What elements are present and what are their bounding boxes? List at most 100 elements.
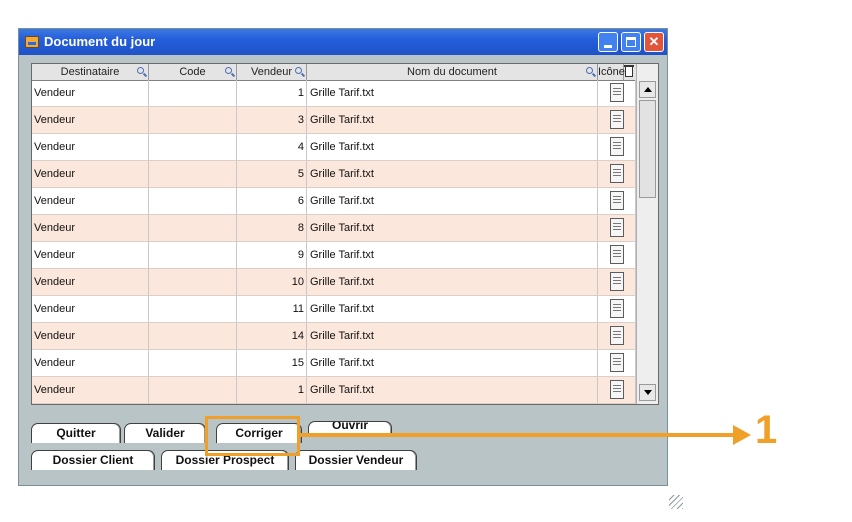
close-button[interactable]: ✕ [644,32,664,52]
maximize-button[interactable] [621,32,641,52]
destinataire-cell[interactable]: Vendeur [32,350,149,376]
document-name-cell[interactable]: Grille Tarif.txt [307,134,598,160]
destinataire-cell[interactable]: Vendeur [32,377,149,403]
destinataire-cell[interactable]: Vendeur [32,323,149,349]
icon-cell[interactable] [598,242,636,268]
code-cell[interactable] [149,323,237,349]
code-cell[interactable] [149,107,237,133]
scroll-down-button[interactable] [639,384,656,401]
trash-icon[interactable] [624,65,634,77]
icon-cell[interactable] [598,269,636,295]
destinataire-cell[interactable]: Vendeur [32,269,149,295]
destinataire-cell[interactable]: Vendeur [32,134,149,160]
vendeur-cell[interactable]: 8 [237,215,307,241]
table-row[interactable]: Vendeur 8 Grille Tarif.txt [32,215,636,242]
code-cell[interactable] [149,377,237,403]
column-header-destinataire[interactable]: Destinataire [32,64,149,80]
icon-cell[interactable] [598,107,636,133]
icon-cell[interactable] [598,350,636,376]
destinataire-cell[interactable]: Vendeur [32,107,149,133]
search-icon[interactable] [586,67,593,74]
vendeur-cell[interactable]: 3 [237,107,307,133]
minimize-button[interactable] [598,32,618,52]
scroll-up-button[interactable] [639,81,656,98]
table-row[interactable]: Vendeur 4 Grille Tarif.txt [32,134,636,161]
document-name-cell[interactable]: Grille Tarif.txt [307,215,598,241]
icon-cell[interactable] [598,296,636,322]
destinataire-cell[interactable]: Vendeur [32,188,149,214]
vendeur-cell[interactable]: 9 [237,242,307,268]
text-file-icon [610,380,624,399]
icon-cell[interactable] [598,80,636,106]
document-name-cell[interactable]: Grille Tarif.txt [307,323,598,349]
icon-cell[interactable] [598,161,636,187]
text-file-icon [610,218,624,237]
document-name-cell[interactable]: Grille Tarif.txt [307,377,598,403]
quitter-button[interactable]: Quitter [31,423,121,443]
vendeur-cell[interactable]: 1 [237,377,307,403]
column-header-nom-du-document[interactable]: Nom du document [307,64,598,80]
title-bar[interactable]: Document du jour ✕ [19,29,667,55]
vendeur-cell[interactable]: 6 [237,188,307,214]
document-name-cell[interactable]: Grille Tarif.txt [307,296,598,322]
document-name-cell[interactable]: Grille Tarif.txt [307,188,598,214]
code-cell[interactable] [149,80,237,106]
icon-cell[interactable] [598,215,636,241]
icon-cell[interactable] [598,134,636,160]
destinataire-cell[interactable]: Vendeur [32,80,149,106]
destinataire-cell[interactable]: Vendeur [32,215,149,241]
document-name-cell[interactable]: Grille Tarif.txt [307,80,598,106]
destinataire-cell[interactable]: Vendeur [32,242,149,268]
code-cell[interactable] [149,134,237,160]
vendeur-cell[interactable]: 5 [237,161,307,187]
text-file-icon [610,83,624,102]
table-row[interactable]: Vendeur 10 Grille Tarif.txt [32,269,636,296]
column-header-icone[interactable]: Icône [598,64,625,80]
ouvrir-button[interactable]: Ouvrir [308,421,392,433]
vendeur-cell[interactable]: 10 [237,269,307,295]
search-icon[interactable] [137,67,144,74]
table-row[interactable]: Vendeur 6 Grille Tarif.txt [32,188,636,215]
table-row[interactable]: Vendeur 5 Grille Tarif.txt [32,161,636,188]
vendeur-cell[interactable]: 4 [237,134,307,160]
table-row[interactable]: Vendeur 14 Grille Tarif.txt [32,323,636,350]
table-row[interactable]: Vendeur 15 Grille Tarif.txt [32,350,636,377]
icon-cell[interactable] [598,188,636,214]
code-cell[interactable] [149,269,237,295]
document-name-cell[interactable]: Grille Tarif.txt [307,269,598,295]
document-name-cell[interactable]: Grille Tarif.txt [307,107,598,133]
vendeur-cell[interactable]: 11 [237,296,307,322]
table-row[interactable]: Vendeur 9 Grille Tarif.txt [32,242,636,269]
code-cell[interactable] [149,242,237,268]
code-cell[interactable] [149,188,237,214]
table-row[interactable]: Vendeur 1 Grille Tarif.txt [32,80,636,107]
icon-cell[interactable] [598,323,636,349]
destinataire-cell[interactable]: Vendeur [32,161,149,187]
vendeur-cell[interactable]: 14 [237,323,307,349]
destinataire-cell[interactable]: Vendeur [32,296,149,322]
vertical-scrollbar[interactable] [636,64,658,404]
document-name-cell[interactable]: Grille Tarif.txt [307,161,598,187]
code-cell[interactable] [149,296,237,322]
search-icon[interactable] [295,67,302,74]
table-row[interactable]: Vendeur 1 Grille Tarif.txt [32,377,636,404]
vendeur-cell[interactable]: 1 [237,80,307,106]
scroll-thumb[interactable] [639,100,656,198]
dossier-client-button[interactable]: Dossier Client [31,450,155,470]
valider-button[interactable]: Valider [124,423,206,443]
code-cell[interactable] [149,350,237,376]
column-header-code[interactable]: Code [149,64,237,80]
table-row[interactable]: Vendeur 3 Grille Tarif.txt [32,107,636,134]
icon-cell[interactable] [598,377,636,403]
app-icon [25,36,39,48]
code-cell[interactable] [149,161,237,187]
document-name-cell[interactable]: Grille Tarif.txt [307,350,598,376]
search-icon[interactable] [225,67,232,74]
vendeur-cell[interactable]: 15 [237,350,307,376]
document-name-cell[interactable]: Grille Tarif.txt [307,242,598,268]
column-header-vendeur[interactable]: Vendeur [237,64,307,80]
resize-grip[interactable] [669,495,683,509]
table-row[interactable]: Vendeur 11 Grille Tarif.txt [32,296,636,323]
dossier-vendeur-button[interactable]: Dossier Vendeur [295,450,417,470]
code-cell[interactable] [149,215,237,241]
